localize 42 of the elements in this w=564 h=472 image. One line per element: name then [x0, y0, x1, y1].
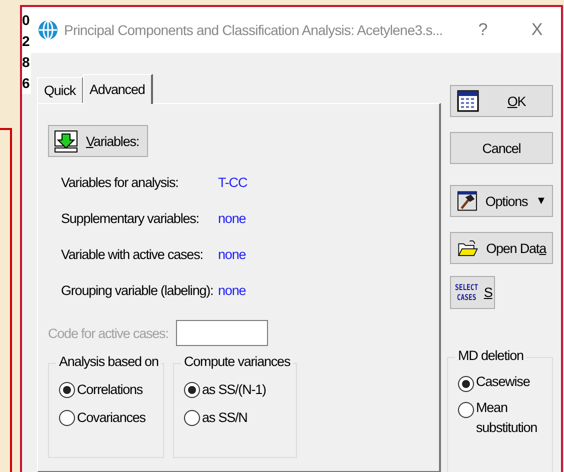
tab[interactable]: Advanced — [82, 74, 153, 104]
table-icon — [457, 90, 479, 112]
sheet-cell-text: 2 — [22, 32, 31, 51]
sheet-cell-text: 8 — [22, 53, 31, 72]
radio-button[interactable] — [184, 382, 200, 398]
group-title: Compute variances — [181, 354, 294, 369]
radio-label: Correlations — [77, 381, 143, 399]
variables-button[interactable]: Variables: — [48, 125, 148, 157]
field-label: Variable with active cases: — [61, 246, 204, 264]
radio-button[interactable] — [458, 376, 474, 392]
globe-icon — [38, 20, 58, 40]
radio-label: Covariances — [77, 409, 146, 427]
field-label: Variables for analysis: — [61, 174, 180, 192]
group-title: MD deletion — [455, 348, 526, 363]
close-button[interactable]: X — [513, 20, 561, 40]
field-label: Code for active cases: — [48, 326, 168, 340]
radio-label: as SS/(N-1) — [202, 381, 266, 399]
radio-label: Casewise — [476, 373, 531, 391]
hammer-icon — [457, 190, 478, 212]
download-icon — [54, 130, 78, 152]
open-button[interactable]: Open Data — [450, 232, 553, 264]
group-title: Analysis based on — [56, 354, 162, 369]
radio-button[interactable] — [59, 410, 75, 426]
field-value: none — [218, 210, 247, 228]
radio-button[interactable] — [184, 410, 200, 426]
radio-label: Mean substitution — [476, 399, 538, 437]
field-value: none — [218, 246, 247, 264]
ok-button[interactable]: OK — [450, 85, 553, 117]
field-label: Grouping variable (labeling): — [61, 282, 214, 300]
field-label: Supplementary variables: — [61, 210, 200, 228]
cancel-button[interactable]: Cancel — [450, 132, 553, 164]
help-button[interactable]: ? — [459, 20, 507, 40]
sheet-cell-text: 6 — [22, 74, 31, 93]
radio-button[interactable] — [59, 382, 75, 398]
sheet-cell-text: 0 — [22, 11, 31, 30]
tab[interactable]: Quick — [37, 77, 83, 103]
options-button[interactable]: Options ▼ — [450, 185, 553, 217]
field-value: T-CC — [218, 174, 248, 192]
radio-label: as SS/N — [202, 409, 248, 427]
window-title: Principal Components and Classification Analysis: Acetylene3.s... — [64, 22, 444, 38]
field-value: none — [218, 282, 247, 300]
radio-button[interactable] — [458, 402, 474, 418]
